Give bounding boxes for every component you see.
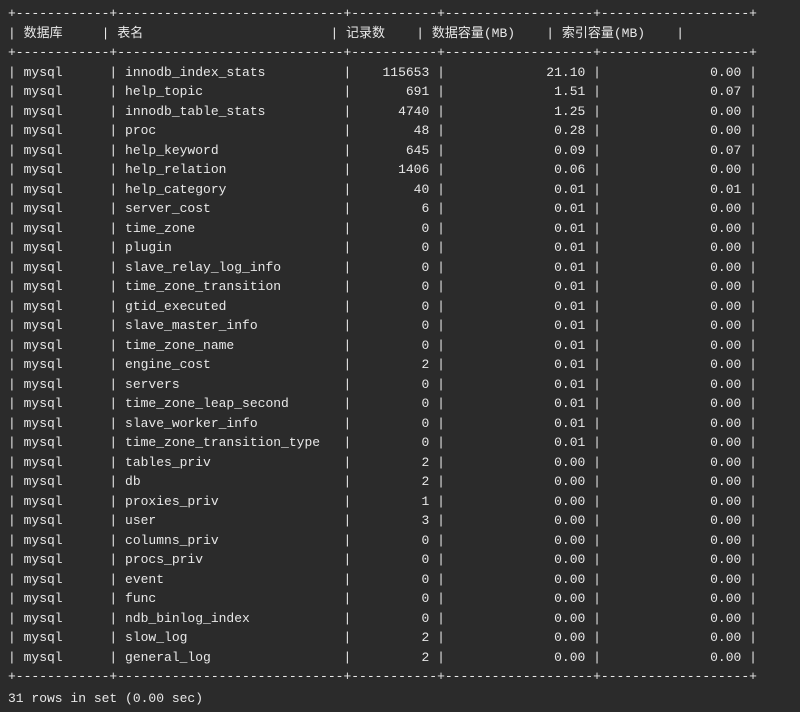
mysql-result-table: +------------+--------------------------… bbox=[8, 4, 792, 708]
table-row: | mysql | event | 0 | 0.00 | 0.00 | bbox=[8, 570, 792, 590]
table-row: | mysql | help_topic | 691 | 1.51 | 0.07… bbox=[8, 82, 792, 102]
table-row: | mysql | time_zone_name | 0 | 0.01 | 0.… bbox=[8, 336, 792, 356]
table-row: | mysql | servers | 0 | 0.01 | 0.00 | bbox=[8, 375, 792, 395]
table-row: | mysql | time_zone_leap_second | 0 | 0.… bbox=[8, 394, 792, 414]
table-row: | mysql | time_zone | 0 | 0.01 | 0.00 | bbox=[8, 219, 792, 239]
table-row: | mysql | time_zone_transition | 0 | 0.0… bbox=[8, 277, 792, 297]
table-row: | mysql | user | 3 | 0.00 | 0.00 | bbox=[8, 511, 792, 531]
table-row: | mysql | db | 2 | 0.00 | 0.00 | bbox=[8, 472, 792, 492]
table-divider: +------------+--------------------------… bbox=[8, 4, 792, 24]
table-row: | mysql | help_relation | 1406 | 0.06 | … bbox=[8, 160, 792, 180]
table-row: | mysql | help_category | 40 | 0.01 | 0.… bbox=[8, 180, 792, 200]
table-row: | mysql | innodb_index_stats | 115653 | … bbox=[8, 63, 792, 83]
table-row: | mysql | server_cost | 6 | 0.01 | 0.00 … bbox=[8, 199, 792, 219]
table-row: | mysql | slave_master_info | 0 | 0.01 |… bbox=[8, 316, 792, 336]
result-status: 31 rows in set (0.00 sec) bbox=[8, 689, 792, 709]
table-row: | mysql | general_log | 2 | 0.00 | 0.00 … bbox=[8, 648, 792, 668]
table-row: | mysql | slave_worker_info | 0 | 0.01 |… bbox=[8, 414, 792, 434]
table-row: | mysql | slave_relay_log_info | 0 | 0.0… bbox=[8, 258, 792, 278]
table-row: | mysql | time_zone_transition_type | 0 … bbox=[8, 433, 792, 453]
table-row: | mysql | gtid_executed | 0 | 0.01 | 0.0… bbox=[8, 297, 792, 317]
table-row: | mysql | plugin | 0 | 0.01 | 0.00 | bbox=[8, 238, 792, 258]
table-divider: +------------+--------------------------… bbox=[8, 667, 792, 687]
table-header-row: | 数据库 | 表名 | 记录数 | 数据容量(MB) | 索引容量(MB) | bbox=[8, 24, 792, 44]
table-row: | mysql | func | 0 | 0.00 | 0.00 | bbox=[8, 589, 792, 609]
table-row: | mysql | proxies_priv | 1 | 0.00 | 0.00… bbox=[8, 492, 792, 512]
table-row: | mysql | engine_cost | 2 | 0.01 | 0.00 … bbox=[8, 355, 792, 375]
table-row: | mysql | proc | 48 | 0.28 | 0.00 | bbox=[8, 121, 792, 141]
table-row: | mysql | slow_log | 2 | 0.00 | 0.00 | bbox=[8, 628, 792, 648]
table-row: | mysql | innodb_table_stats | 4740 | 1.… bbox=[8, 102, 792, 122]
table-row: | mysql | help_keyword | 645 | 0.09 | 0.… bbox=[8, 141, 792, 161]
table-row: | mysql | tables_priv | 2 | 0.00 | 0.00 … bbox=[8, 453, 792, 473]
table-row: | mysql | columns_priv | 0 | 0.00 | 0.00… bbox=[8, 531, 792, 551]
table-row: | mysql | procs_priv | 0 | 0.00 | 0.00 | bbox=[8, 550, 792, 570]
table-divider: +------------+--------------------------… bbox=[8, 43, 792, 63]
table-row: | mysql | ndb_binlog_index | 0 | 0.00 | … bbox=[8, 609, 792, 629]
